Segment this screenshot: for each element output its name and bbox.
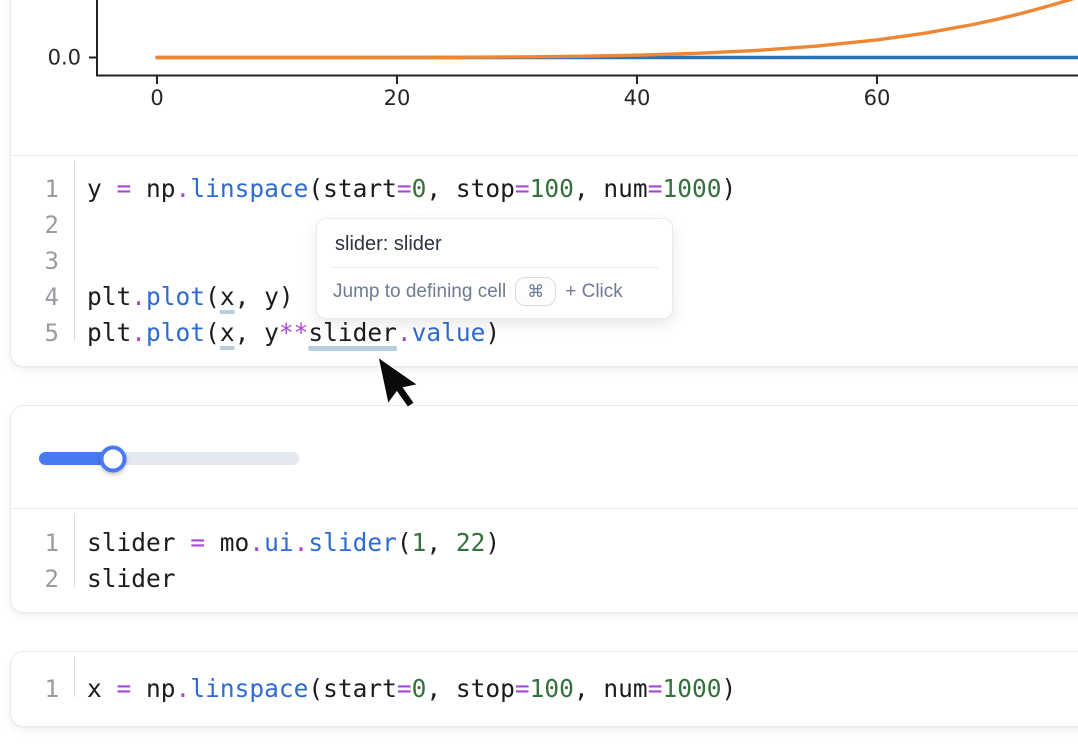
line-number: 3 — [11, 243, 74, 279]
code-line[interactable]: 5plt.plot(x, y**slider.value) — [11, 315, 1078, 351]
mouse-cursor-icon — [368, 355, 428, 419]
variable-ref-hovered[interactable]: slider — [308, 318, 397, 347]
line-number: 4 — [11, 279, 74, 315]
line-number: 2 — [11, 561, 74, 597]
cell-output-slider — [11, 406, 1078, 509]
code-text: x = np.linspace(start=0, stop=100, num=1… — [74, 671, 736, 707]
notebook-cell-x: 1x = np.linspace(start=0, stop=100, num=… — [10, 651, 1078, 727]
variable-ref[interactable]: x — [220, 318, 235, 347]
tooltip-click-hint: + Click — [565, 281, 623, 303]
code-line[interactable]: 1x = np.linspace(start=0, stop=100, num=… — [11, 671, 1078, 707]
code-text: slider = mo.ui.slider(1, 22) — [74, 525, 500, 561]
tooltip-divider — [331, 267, 658, 268]
cmd-key-badge: ⌘ — [515, 277, 556, 306]
code-text: plt.plot(x, y**slider.value) — [74, 315, 500, 351]
code-line[interactable]: 2slider — [11, 561, 1078, 597]
plot-line — [157, 0, 1078, 57]
tooltip-title: slider: slider — [331, 230, 658, 267]
slider-thumb[interactable] — [100, 445, 127, 472]
line-number: 1 — [11, 171, 74, 207]
gutter-divider — [74, 514, 75, 587]
x-tick-label: 0 — [150, 86, 163, 110]
x-tick-label: 60 — [864, 86, 891, 110]
y-tick-label: 0.0 — [48, 46, 81, 70]
code-editor[interactable]: 1x = np.linspace(start=0, stop=100, num=… — [11, 652, 1078, 707]
x-tick-label: 20 — [384, 86, 411, 110]
line-number: 2 — [11, 207, 74, 243]
x-tick-label: 40 — [624, 86, 651, 110]
gutter-divider — [74, 161, 75, 341]
code-text — [74, 243, 87, 279]
code-line[interactable]: 1y = np.linspace(start=0, stop=100, num=… — [11, 171, 1078, 207]
code-text: plt.plot(x, y) — [74, 279, 294, 315]
cell-output-figure: 0.0 0 20 40 60 — [11, 0, 1078, 156]
code-line[interactable]: 1slider = mo.ui.slider(1, 22) — [11, 525, 1078, 561]
line-number: 5 — [11, 315, 74, 351]
notebook-cell-slider: 1slider = mo.ui.slider(1, 22)2slider — [10, 405, 1078, 613]
code-text: slider — [74, 561, 176, 597]
variable-ref[interactable]: x — [220, 282, 235, 311]
code-text: y = np.linspace(start=0, stop=100, num=1… — [74, 171, 736, 207]
tooltip-action-label: Jump to defining cell — [333, 281, 506, 303]
line-number: 1 — [11, 525, 74, 561]
axis-spines — [97, 0, 1078, 76]
gutter-divider — [74, 657, 75, 697]
slider-track[interactable] — [39, 452, 299, 465]
code-editor[interactable]: 1slider = mo.ui.slider(1, 22)2slider — [11, 509, 1078, 597]
variable-tooltip: slider: slider Jump to defining cell ⌘ +… — [316, 218, 673, 319]
matplotlib-figure: 0.0 0 20 40 60 — [10, 0, 1078, 155]
code-text — [74, 207, 87, 243]
line-number: 1 — [11, 671, 74, 707]
